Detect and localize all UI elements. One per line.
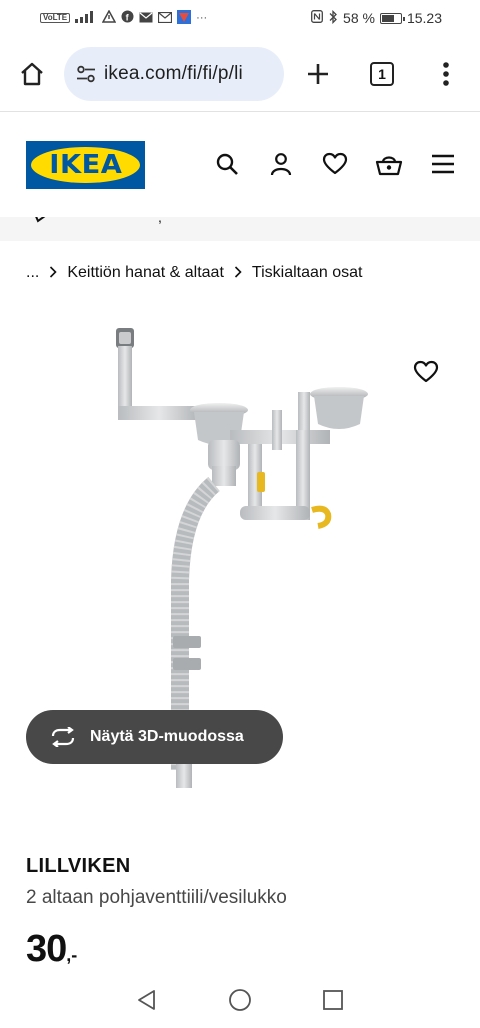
home-circle-icon (229, 989, 251, 1011)
search-button[interactable] (206, 143, 248, 185)
menu-button[interactable] (422, 143, 464, 185)
site-settings-icon[interactable] (76, 65, 96, 83)
chevron-right-icon (234, 265, 242, 281)
status-bar-left: VoLTE f ··· (40, 9, 208, 27)
breadcrumb: ... Keittiön hanat & altaat Tiskialtaan … (26, 262, 362, 284)
home-button[interactable] (0, 36, 64, 112)
shopping-basket-icon (375, 156, 403, 176)
back-triangle-icon (137, 990, 155, 1010)
logo-text: IKEA (48, 150, 123, 180)
home-icon (21, 62, 43, 85)
clock: 15.23 (406, 10, 442, 26)
bluetooth-icon (328, 9, 338, 27)
signal-icon (75, 10, 97, 26)
gmail-icon (158, 10, 173, 26)
banner-text-fragment: , (158, 217, 162, 225)
account-button[interactable] (260, 143, 302, 185)
browser-menu-button[interactable] (414, 36, 478, 112)
volte-icon: VoLTE (40, 13, 71, 23)
breadcrumb-ellipsis[interactable]: ... (26, 264, 39, 282)
back-button[interactable] (127, 980, 167, 1020)
wishlist-button[interactable] (314, 143, 356, 185)
tab-count: 1 (370, 61, 394, 86)
recents-square-icon (323, 990, 344, 1010)
new-tab-button[interactable] (286, 36, 350, 112)
app-icon (177, 9, 192, 27)
price-decimal: ,- (66, 945, 78, 965)
view-in-3d-button[interactable]: Näytä 3D-muodossa (26, 710, 283, 764)
status-bar: VoLTE f ··· 58 % 15.23 (0, 0, 480, 36)
battery-icon (379, 12, 405, 24)
address-bar[interactable]: ikea.com/fi/fi/p/li (64, 46, 284, 101)
heart-icon (322, 152, 348, 175)
warning-icon (101, 9, 117, 26)
nfc-icon (311, 10, 323, 26)
view-in-3d-label: Näytä 3D-muodossa (90, 728, 244, 745)
breadcrumb-item-sink-parts[interactable]: Tiskialtaan osat (252, 264, 363, 282)
promo-banner-strip: , (0, 217, 480, 241)
tab-switcher-button[interactable]: 1 (350, 36, 414, 112)
cart-button[interactable] (368, 143, 410, 185)
rotate-3d-icon (51, 727, 75, 747)
system-navigation-bar (0, 972, 480, 1028)
price-integer: 30 (26, 928, 67, 970)
plus-icon (308, 63, 328, 84)
home-nav-button[interactable] (220, 980, 260, 1020)
product-description: 2 altaan pohjaventtiili/vesilukko (26, 887, 287, 908)
hamburger-menu-icon (432, 154, 454, 174)
browser-toolbar: ikea.com/fi/fi/p/li 1 (0, 36, 480, 112)
header-actions (206, 143, 464, 185)
site-header: IKEA (0, 113, 480, 217)
heart-icon (413, 360, 439, 383)
facebook-icon: f (121, 10, 134, 26)
status-bar-right: 58 % 15.23 (311, 9, 442, 27)
more-notifications-icon: ··· (196, 11, 208, 24)
battery-fill (381, 14, 394, 22)
battery-percent: 58 % (343, 10, 375, 26)
search-icon (216, 153, 238, 175)
mail-icon (139, 10, 153, 26)
chevron-right-icon (49, 265, 57, 281)
user-icon (270, 153, 292, 176)
banner-icon (35, 217, 46, 223)
url-text[interactable]: ikea.com/fi/fi/p/li (104, 63, 243, 85)
breadcrumb-item-kitchen-taps[interactable]: Keittiön hanat & altaat (67, 264, 224, 282)
product-name: LILLVIKEN (26, 855, 131, 877)
ikea-logo[interactable]: IKEA (26, 141, 145, 189)
add-to-favourites-button[interactable] (404, 352, 448, 392)
product-price: 30 ,- (26, 928, 77, 971)
more-vert-icon (443, 61, 449, 86)
recents-button[interactable] (313, 980, 353, 1020)
